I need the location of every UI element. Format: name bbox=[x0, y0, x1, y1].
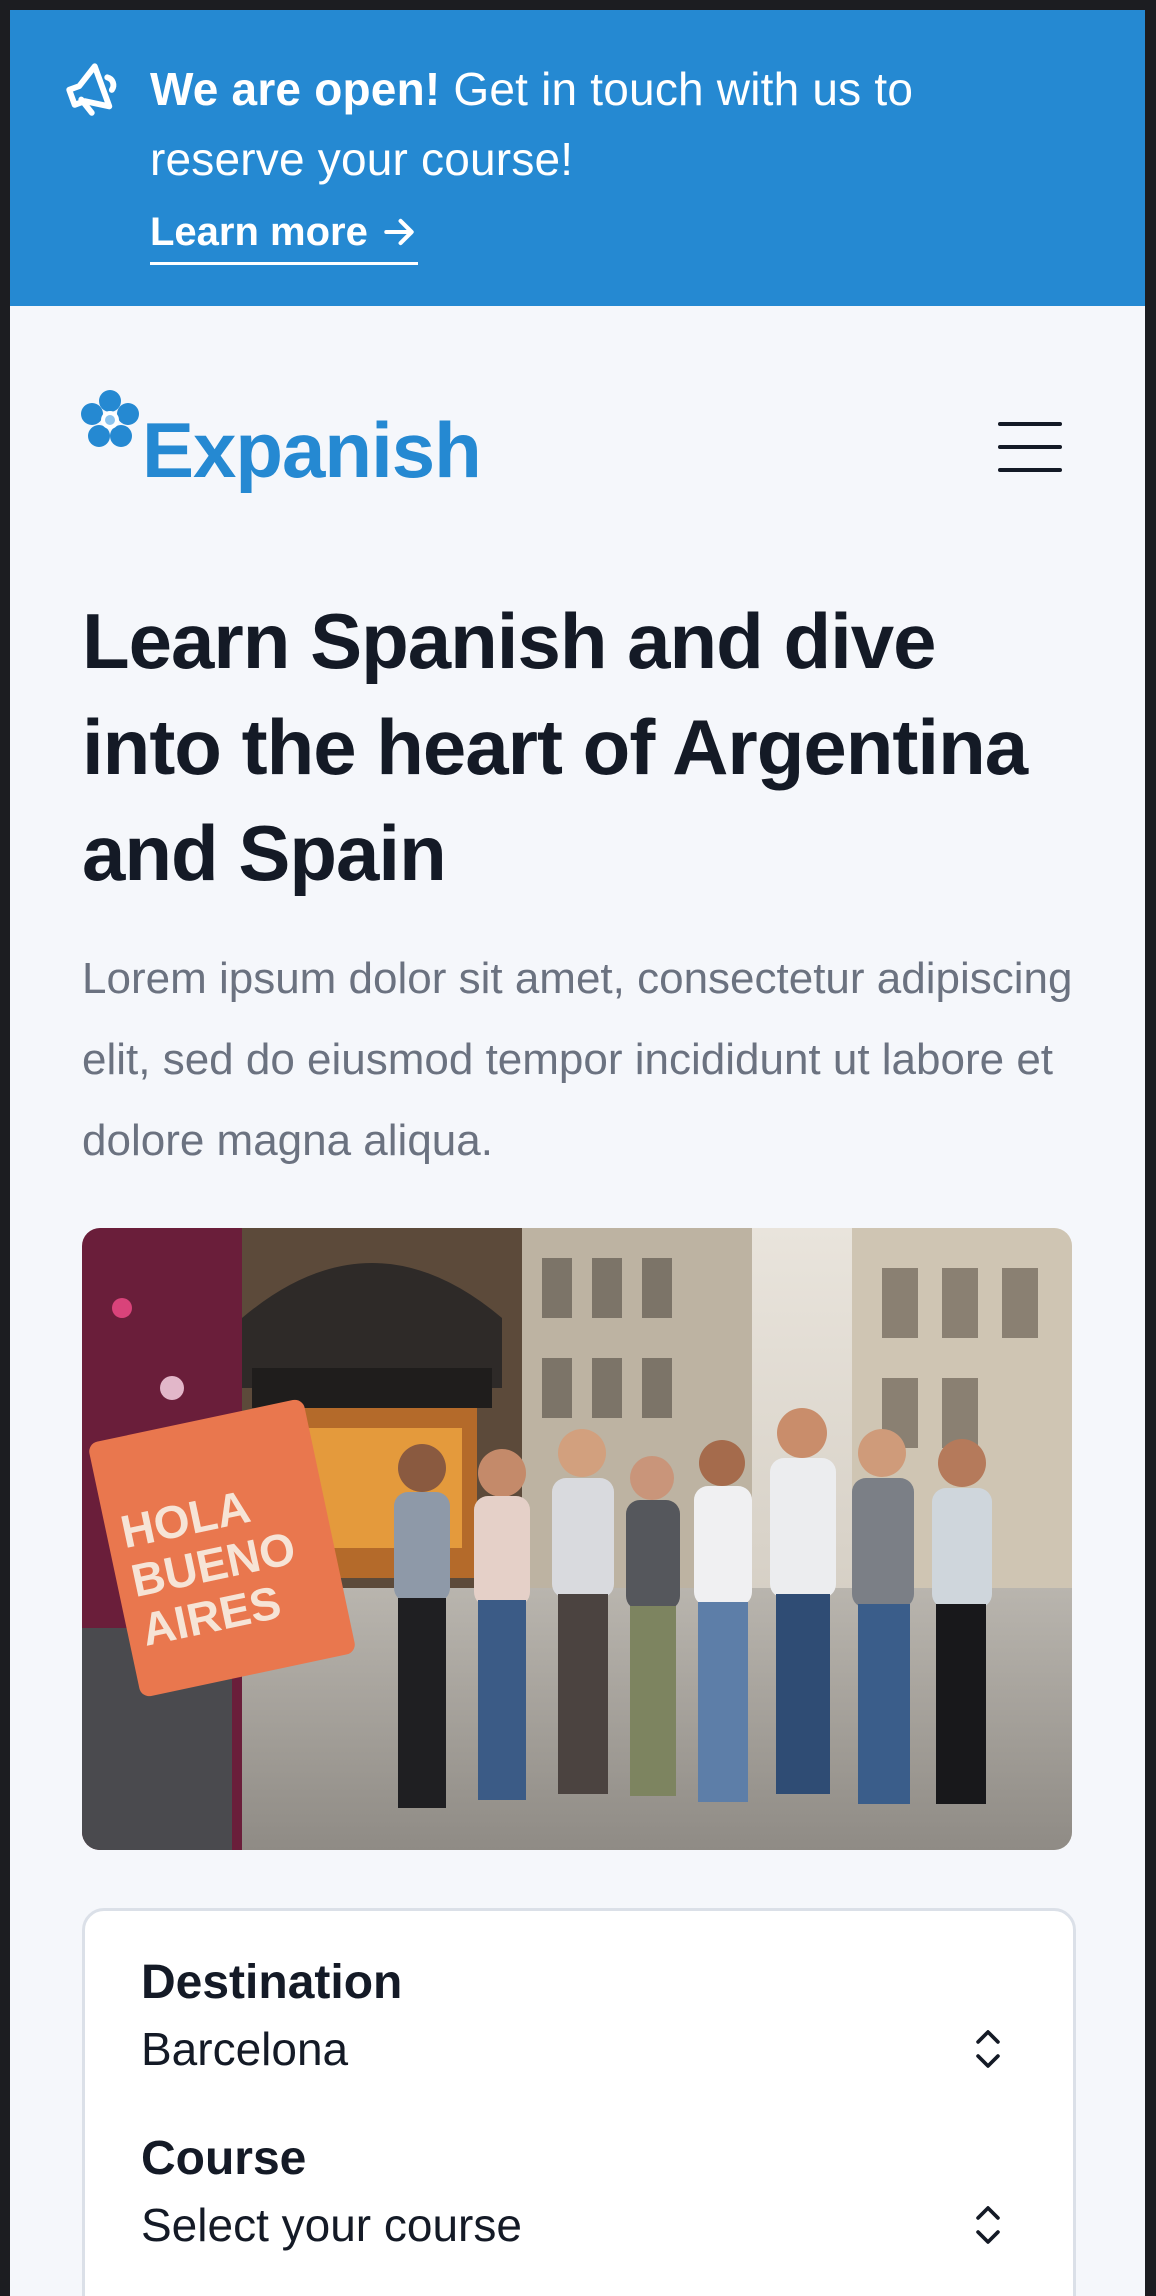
hero-title: Learn Spanish and dive into the heart of… bbox=[82, 597, 1028, 897]
hero-description: Lorem ipsum dolor sit amet, consectetur … bbox=[82, 954, 1073, 1165]
destination-select[interactable]: Barcelona bbox=[141, 2019, 1017, 2079]
course-field: Course Select your course bbox=[141, 2129, 1017, 2255]
course-label: Course bbox=[141, 2132, 307, 2185]
course-placeholder: Select your course bbox=[141, 2199, 522, 2251]
learn-more-link[interactable]: Learn more bbox=[150, 208, 418, 265]
brand-name: Expanish bbox=[142, 406, 482, 494]
megaphone-icon bbox=[66, 63, 117, 116]
banner-message: We are open! Get in touch with us to res… bbox=[150, 54, 950, 194]
brand-logo[interactable]: Expanish bbox=[80, 390, 482, 500]
hamburger-menu-icon[interactable] bbox=[998, 422, 1062, 472]
chevron-up-down-icon bbox=[976, 2206, 1000, 2244]
arrow-right-icon bbox=[384, 218, 414, 246]
destination-value: Barcelona bbox=[141, 2023, 349, 2075]
flower-logo-icon bbox=[81, 390, 139, 447]
hero-image: HOLA BUENO AIRES bbox=[82, 1228, 1072, 1850]
course-select[interactable]: Select your course bbox=[141, 2195, 1017, 2255]
chevron-up-down-icon bbox=[976, 2030, 1000, 2068]
booking-form-card: Destination Barcelona Course Select your… bbox=[82, 1908, 1076, 2296]
banner-headline: We are open! bbox=[150, 63, 441, 115]
destination-label: Destination bbox=[141, 1956, 403, 2009]
learn-more-label: Learn more bbox=[150, 210, 368, 254]
page-frame: We are open! Get in touch with us to res… bbox=[10, 10, 1145, 2296]
announcement-banner: We are open! Get in touch with us to res… bbox=[10, 10, 1145, 306]
destination-field: Destination Barcelona bbox=[141, 1953, 1017, 2079]
